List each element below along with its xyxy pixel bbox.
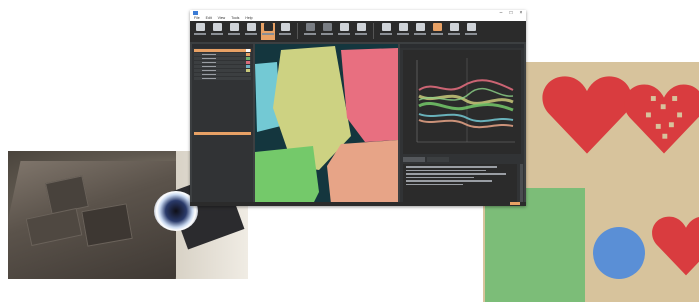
toolbar-button-open[interactable] [210,23,224,40]
toolbar-button-erase[interactable] [337,23,351,40]
toolbar-separator [373,23,374,39]
toolbar-separator [297,23,298,39]
export-icon [450,23,459,31]
segment-green [255,146,319,204]
toolbar [190,21,526,42]
layer-color-swatch [246,61,250,64]
toolbar-button-save[interactable] [227,23,241,40]
maximize-button[interactable]: □ [506,10,516,16]
toolbar-button-undo[interactable] [396,23,410,40]
redo-icon [416,23,425,31]
pen-icon [281,23,290,31]
layer-color-swatch [246,69,250,72]
toolbar-button-export[interactable] [447,23,461,40]
menu-help[interactable]: Help [245,16,252,21]
toolbar-button-zoom[interactable] [354,23,368,40]
layer-row[interactable] [194,77,251,80]
fill-icon [323,23,332,31]
layer-row[interactable] [194,61,251,64]
app-icon [193,11,198,15]
segmentation-masks [255,44,398,204]
info-tabs [403,157,449,162]
brush-icon [306,23,315,31]
layer-row[interactable] [194,53,251,56]
toolbar-button-layers[interactable] [430,23,444,40]
open-icon [213,23,222,31]
analysis-panel [400,44,524,204]
status-indicator [510,202,520,205]
red-heart-cutout [651,210,699,282]
info-tab[interactable] [403,157,425,162]
menu-tools[interactable]: Tools [231,16,239,21]
layer-row[interactable] [194,65,251,68]
status-bar [190,202,526,206]
toolbar-button-pen[interactable] [278,23,292,40]
save-icon [230,23,239,31]
layers-panel-header [192,44,253,48]
info-scrollbar[interactable] [520,164,523,202]
close-icon [247,23,256,31]
histogram-graph [403,50,521,154]
cut-icon [382,23,391,31]
info-tab[interactable] [427,157,449,162]
toolbar-button-redo[interactable] [413,23,427,40]
layer-row[interactable] [194,73,251,76]
undo-icon [399,23,408,31]
layer-row[interactable] [194,57,251,60]
toolbar-button-close[interactable] [244,23,258,40]
info-text-area [403,164,517,202]
erase-icon [340,23,349,31]
analysis-panel-header [400,44,524,48]
toolbar-button-new[interactable] [193,23,207,40]
blue-paper-circle [593,227,645,279]
histogram-plot [403,50,521,154]
layer-color-swatch [246,53,250,56]
new-project-icon [196,23,205,31]
red-heart-with-holes [623,76,699,162]
toolbar-button-brush[interactable] [303,23,317,40]
properties-header-bar [194,132,251,135]
layer-color-swatch [246,57,250,60]
settings-icon [467,23,476,31]
layer-color-swatch [246,49,250,52]
zoom-icon [357,23,366,31]
toolbar-button-select[interactable] [261,23,275,40]
red-heart-cutout [541,70,633,160]
layer-row[interactable] [194,49,251,52]
annotation-app-window: – □ × File Edit View Tools Help [190,10,526,206]
select-icon [264,23,273,31]
toolbar-button-settings[interactable] [464,23,478,40]
toolbar-button-fill[interactable] [320,23,334,40]
layers-icon [433,23,442,31]
segment-peach [327,140,398,204]
title-bar: – □ × [190,10,526,16]
menu-file[interactable]: File [194,16,200,21]
menu-edit[interactable]: Edit [206,16,212,21]
toolbar-button-cut[interactable] [379,23,393,40]
minimize-button[interactable]: – [496,10,506,16]
close-window-button[interactable]: × [516,10,526,16]
segmentation-canvas[interactable] [255,44,398,204]
layer-row[interactable] [194,69,251,72]
layers-panel [192,44,253,204]
menu-view[interactable]: View [218,16,226,21]
layer-color-swatch [246,65,250,68]
